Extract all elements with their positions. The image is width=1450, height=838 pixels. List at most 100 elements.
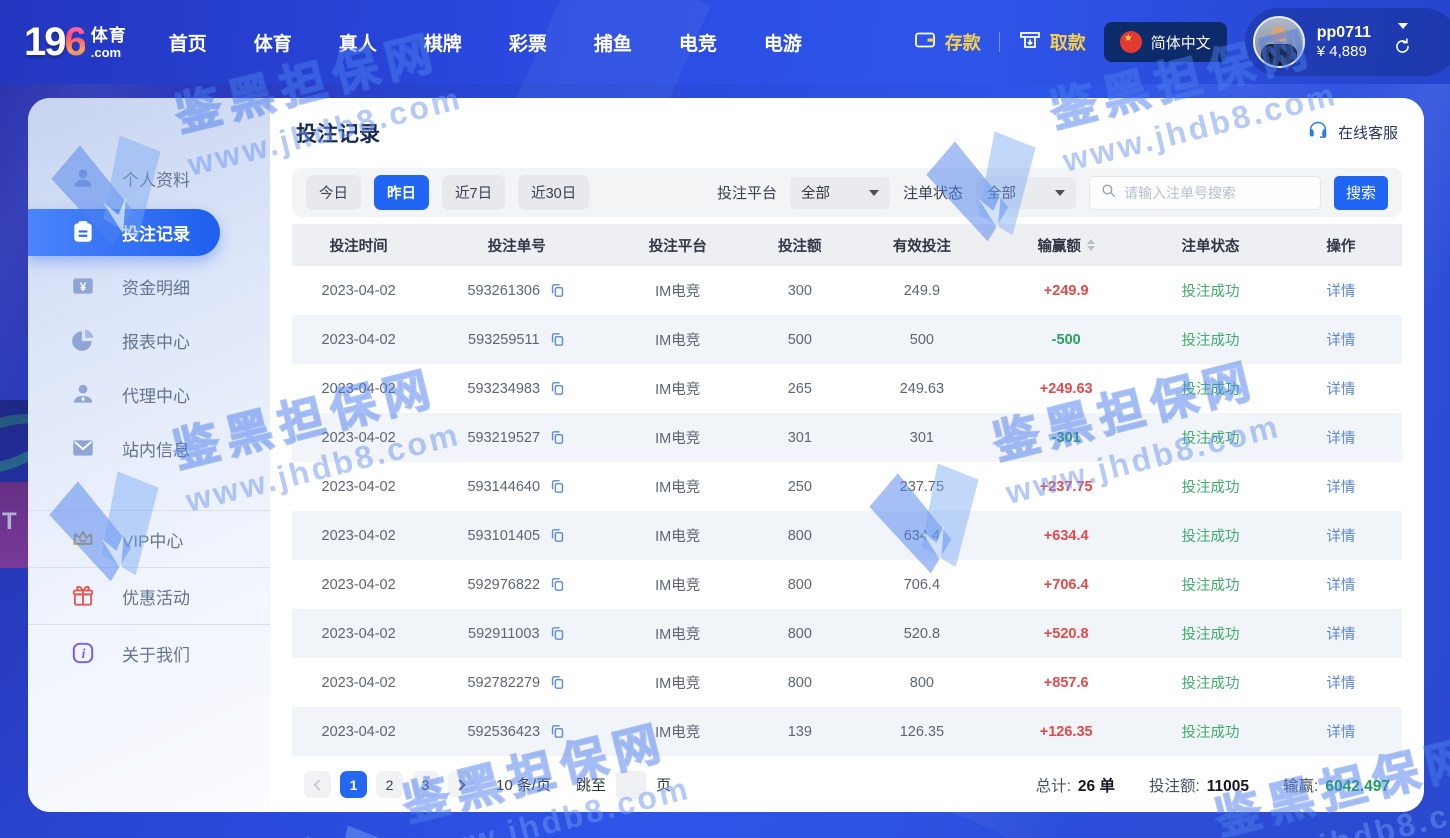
language-selector[interactable]: ★ 简体中文 [1104, 22, 1227, 62]
detail-link[interactable]: 详情 [1326, 672, 1355, 693]
win-loss-cell: +249.9 [991, 283, 1141, 299]
avatar[interactable] [1253, 16, 1305, 68]
search-icon [1100, 182, 1117, 204]
table-row: 2023-04-02593234983IM电竞265249.63+249.63投… [292, 364, 1402, 413]
bet-time-cell: 2023-04-02 [292, 724, 425, 740]
table-row: 2023-04-02593259511IM电竞500500-500投注成功详情 [292, 315, 1402, 364]
bet-amount-cell: 300 [747, 283, 852, 299]
user-icon [70, 165, 96, 191]
nav-link-棋牌[interactable]: 棋牌 [424, 29, 462, 56]
sidebar-item-关于我们[interactable]: i关于我们 [28, 624, 270, 681]
detail-link[interactable]: 详情 [1326, 476, 1355, 497]
totals-summary: 总计:26 单 投注额:11005 输赢:6042.497 [1036, 774, 1390, 796]
nav-link-真人[interactable]: 真人 [339, 29, 377, 56]
column-header-输赢额[interactable]: 输赢额 [991, 235, 1141, 256]
copy-icon[interactable] [549, 331, 566, 348]
table-body: 2023-04-02593261306IM电竞300249.9+249.9投注成… [292, 266, 1402, 756]
detail-link[interactable]: 详情 [1326, 378, 1355, 399]
search-input[interactable] [1124, 185, 1310, 201]
nav-link-电游[interactable]: 电游 [764, 29, 802, 56]
nav-link-捕鱼[interactable]: 捕鱼 [594, 29, 632, 56]
divider [999, 32, 1000, 52]
sidebar-item-站内信息[interactable]: 站内信息 [28, 421, 270, 475]
platform-cell: IM电竞 [608, 427, 747, 448]
win-loss-cell: -500 [991, 332, 1141, 348]
sort-icon[interactable] [1087, 239, 1095, 251]
platform-cell: IM电竞 [608, 378, 747, 399]
win-loss-cell: +249.63 [991, 381, 1141, 397]
sidebar-item-投注记录[interactable]: 投注记录 [28, 209, 220, 256]
copy-icon[interactable] [549, 282, 566, 299]
next-page-button[interactable] [448, 771, 475, 798]
copy-icon[interactable] [549, 576, 566, 593]
search-button[interactable]: 搜索 [1334, 176, 1388, 210]
user-account-chip[interactable]: pp0711 ¥ 4,889 [1245, 8, 1450, 76]
sidebar-item-VIP中心[interactable]: VIP中心 [28, 510, 270, 567]
copy-icon[interactable] [549, 674, 566, 691]
valid-bet-cell: 706.4 [853, 577, 992, 593]
sidebar-item-报表中心[interactable]: 报表中心 [28, 313, 270, 367]
bg-banner-art: T [0, 400, 30, 838]
date-tab-近7日[interactable]: 近7日 [442, 175, 505, 210]
copy-icon[interactable] [549, 429, 566, 446]
logo-domain: .com [91, 46, 127, 59]
detail-link[interactable]: 详情 [1326, 525, 1355, 546]
withdraw-button[interactable]: 取款 [1018, 28, 1086, 57]
sidebar-item-优惠活动[interactable]: 优惠活动 [28, 567, 270, 624]
nav-link-彩票[interactable]: 彩票 [509, 29, 547, 56]
copy-icon[interactable] [549, 478, 566, 495]
sidebar-item-个人资料[interactable]: 个人资料 [28, 151, 270, 205]
detail-link[interactable]: 详情 [1326, 623, 1355, 644]
copy-icon[interactable] [549, 527, 566, 544]
nav-link-体育[interactable]: 体育 [254, 29, 292, 56]
logo-tagline: 体育 [91, 27, 127, 44]
chevron-down-icon[interactable] [1398, 23, 1408, 29]
svg-text:i: i [82, 646, 86, 661]
page-buttons: 123 [340, 771, 439, 798]
logo-number: 19 [24, 20, 65, 64]
platform-dropdown[interactable]: 全部 [790, 177, 890, 209]
order-number-cell: 593219527 [425, 429, 608, 446]
platform-cell: IM电竞 [608, 525, 747, 546]
total-bet-value: 11005 [1207, 778, 1249, 795]
copy-icon[interactable] [549, 380, 566, 397]
bet-amount-cell: 265 [747, 381, 852, 397]
deposit-button[interactable]: 存款 [913, 28, 981, 57]
sidebar-item-资金明细[interactable]: ¥资金明细 [28, 259, 270, 313]
prev-page-button[interactable] [304, 771, 331, 798]
refresh-balance-icon[interactable] [1393, 37, 1412, 61]
page-button-2[interactable]: 2 [376, 771, 403, 798]
copy-icon[interactable] [549, 625, 566, 642]
top-navbar: 196 体育 .com 首页 体育 真人 棋牌 彩票 捕鱼 电竞 电游 存款 取款 ★ 简体中… [0, 0, 1450, 84]
detail-link[interactable]: 详情 [1326, 721, 1355, 742]
order-search-box[interactable] [1089, 176, 1321, 210]
win-loss-cell: -301 [991, 430, 1141, 446]
page-button-1[interactable]: 1 [340, 771, 367, 798]
detail-link[interactable]: 详情 [1326, 427, 1355, 448]
content-panel: 个人资料投注记录¥资金明细报表中心代理中心站内信息VIP中心优惠活动i关于我们 … [28, 98, 1424, 812]
table-row: 2023-04-02593101405IM电竞800634.4+634.4投注成… [292, 511, 1402, 560]
atm-icon [1018, 28, 1042, 57]
nav-link-首页[interactable]: 首页 [169, 29, 207, 56]
bet-time-cell: 2023-04-02 [292, 381, 425, 397]
platform-cell: IM电竞 [608, 721, 747, 742]
date-tab-今日[interactable]: 今日 [306, 175, 361, 210]
bet-amount-cell: 500 [747, 332, 852, 348]
status-dropdown[interactable]: 全部 [976, 177, 1076, 209]
sidebar-item-label: 站内信息 [122, 436, 190, 461]
page-button-3[interactable]: 3 [412, 771, 439, 798]
customer-service-button[interactable]: 在线客服 [1307, 119, 1398, 146]
jump-page-input[interactable] [616, 771, 646, 799]
platform-cell: IM电竞 [608, 476, 747, 497]
date-tab-昨日[interactable]: 昨日 [374, 175, 429, 210]
nav-link-电竞[interactable]: 电竞 [679, 29, 717, 56]
detail-link[interactable]: 详情 [1326, 280, 1355, 301]
order-number-cell: 593261306 [425, 282, 608, 299]
detail-link[interactable]: 详情 [1326, 574, 1355, 595]
copy-icon[interactable] [549, 723, 566, 740]
site-logo[interactable]: 196 体育 .com [24, 20, 127, 65]
sidebar-item-代理中心[interactable]: 代理中心 [28, 367, 270, 421]
date-tab-近30日[interactable]: 近30日 [518, 175, 589, 210]
order-status-cell: 投注成功 [1141, 427, 1280, 448]
detail-link[interactable]: 详情 [1326, 329, 1355, 350]
